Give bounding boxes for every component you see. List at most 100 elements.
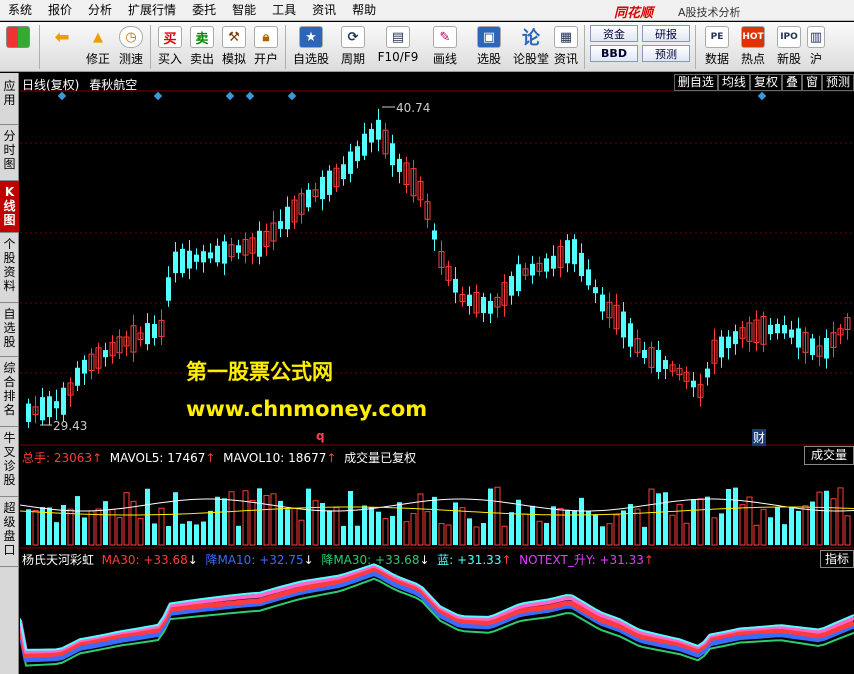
down-arrow-icon: ↓	[187, 553, 198, 567]
volume-bar-down	[642, 526, 647, 545]
candle-body-down	[26, 403, 31, 422]
side-tab-intraday[interactable]: 分时图	[0, 125, 19, 181]
ipo-button[interactable]: IPO 新股	[771, 22, 807, 72]
candle-body-down	[145, 323, 150, 345]
buy-button[interactable]: 买 买入	[154, 22, 186, 72]
notext-value: +31.33	[599, 553, 644, 567]
tab-remove-watchlist[interactable]: 删自选	[673, 74, 718, 91]
period-button[interactable]: ⟳ 周期	[333, 22, 373, 72]
volume-indicator-button[interactable]: 成交量	[803, 446, 854, 465]
menu-smart[interactable]: 智能	[224, 0, 264, 21]
volume-bar-down	[278, 500, 283, 545]
back-button[interactable]: ⬅	[43, 22, 81, 72]
candle-body-down	[54, 401, 59, 409]
candle-body-down	[551, 255, 556, 269]
menu-extended-market[interactable]: 扩展行情	[120, 0, 184, 21]
menu-tools[interactable]: 工具	[264, 0, 304, 21]
research-button[interactable]: 研报	[642, 25, 690, 42]
kline-chart-svg[interactable]	[20, 73, 854, 674]
volume-bar-up	[697, 498, 704, 546]
volume-bar-down	[768, 517, 773, 545]
bbd-button[interactable]: BBD	[590, 45, 638, 62]
draw-line-button[interactable]: ✎ 画线	[423, 22, 467, 72]
revise-label: 修正	[85, 52, 110, 66]
mavol10-label: MAVOL10:	[223, 451, 285, 465]
shanghai-button[interactable]: ▥ 沪	[807, 22, 825, 72]
side-tab-label: 牛叉诊股	[3, 431, 16, 487]
volume-bar-down	[187, 521, 192, 545]
volume-bar-up	[739, 504, 746, 546]
volume-bar-up	[557, 507, 564, 546]
volume-bar-down	[327, 510, 332, 545]
volume-bar-up	[459, 507, 466, 546]
tab-window[interactable]: 窗	[801, 74, 822, 91]
side-tab-watchlist[interactable]: 自选股	[0, 303, 19, 357]
side-tab-kline[interactable]: K线图	[0, 181, 19, 233]
watchlist-label: 自选股	[292, 52, 329, 66]
ma10-label: 降MA10:	[205, 553, 256, 567]
open-account-button[interactable]: 🔒︎ 开户	[250, 22, 282, 72]
indicator-button[interactable]: 指标	[819, 550, 854, 568]
candle-body-down	[516, 264, 521, 292]
chart-area[interactable]: 日线(复权) 春秋航空 删自选 均线 复权 叠 窗 预测 40.74 29.43…	[20, 73, 854, 674]
data-button[interactable]: PE 数据	[699, 22, 735, 72]
volume-bar-up	[263, 495, 270, 546]
candle-body-down	[719, 336, 724, 358]
volume-bar-down	[586, 511, 591, 545]
notext-label: NOTEXT_升Y:	[519, 553, 596, 567]
volume-bar-up	[753, 524, 760, 546]
f10-button[interactable]: ▤ F10/F9	[373, 22, 423, 72]
candle-body-down	[796, 328, 801, 348]
side-tab-apps[interactable]: 应用	[0, 73, 19, 125]
menu-system[interactable]: 系统	[0, 0, 40, 21]
mavol10-value: 18677	[288, 451, 327, 465]
sell-icon: 卖	[190, 26, 214, 48]
volume-bar-up	[683, 522, 690, 546]
fund-button[interactable]: 资金	[590, 25, 638, 42]
revise-button[interactable]: ▲ 修正	[81, 22, 115, 72]
tab-overlay[interactable]: 叠	[781, 74, 802, 91]
menu-help[interactable]: 帮助	[344, 0, 384, 21]
candle-body-down	[103, 350, 108, 358]
volume-bar-up	[494, 486, 501, 546]
candle-body-down	[362, 133, 367, 156]
volume-bar-down	[82, 517, 87, 545]
sell-button[interactable]: 卖 卖出	[186, 22, 218, 72]
menu-analysis[interactable]: 分析	[80, 0, 120, 21]
forum-button[interactable]: 论 论股堂	[511, 22, 551, 72]
tab-adjust[interactable]: 复权	[749, 74, 782, 91]
side-tab-ranking[interactable]: 综合排名	[0, 357, 19, 427]
candle-body-down	[775, 323, 780, 334]
speedtest-button[interactable]: ◷ 测速	[115, 22, 147, 72]
volume-bar-down	[656, 493, 661, 545]
volume-bar-up	[816, 491, 823, 546]
stock-screen-button[interactable]: ▣ 选股	[467, 22, 511, 72]
menu-quote[interactable]: 报价	[40, 0, 80, 21]
news-button[interactable]: ▦ 资讯	[551, 22, 581, 72]
layout-button[interactable]	[0, 22, 36, 72]
total-volume-label: 总手:	[22, 451, 51, 465]
side-tab-orderbook[interactable]: 超级盘口	[0, 497, 19, 567]
menu-news[interactable]: 资讯	[304, 0, 344, 21]
tab-moving-average[interactable]: 均线	[717, 74, 750, 91]
volume-bar-down	[691, 499, 696, 545]
menu-trade[interactable]: 委托	[184, 0, 224, 21]
ma10-value: +32.75	[259, 553, 304, 567]
volume-bar-down	[628, 504, 633, 545]
volume-bar-up	[116, 517, 123, 546]
high-price-label: 40.74	[396, 101, 431, 115]
side-tab-profile[interactable]: 个股资料	[0, 233, 19, 303]
hot-label: 热点	[740, 52, 765, 66]
side-tab-diagnosis[interactable]: 牛叉诊股	[0, 427, 19, 497]
simulate-button[interactable]: ⚒ 模拟	[218, 22, 250, 72]
hot-button[interactable]: HOT 热点	[735, 22, 771, 72]
watchlist-button[interactable]: ★ 自选股	[289, 22, 333, 72]
volume-bar-down	[355, 525, 360, 545]
forecast-button[interactable]: 预测	[642, 45, 690, 62]
finance-marker[interactable]: 财	[752, 429, 767, 446]
volume-bar-down	[306, 488, 311, 545]
signal-diamond-marker	[245, 91, 255, 101]
tab-forecast[interactable]: 预测	[821, 74, 854, 91]
volume-bar-down	[488, 488, 493, 545]
candle-body-down	[306, 189, 311, 208]
